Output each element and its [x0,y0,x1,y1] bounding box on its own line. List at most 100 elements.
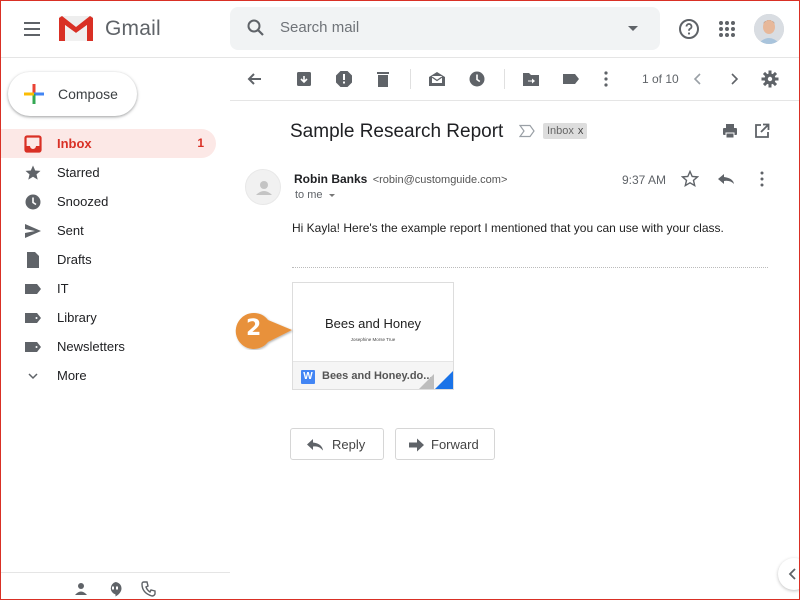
side-panel-toggle[interactable] [778,558,800,590]
search-input[interactable] [280,19,610,36]
page-fold-icon [418,374,434,389]
label-icon [25,284,41,294]
archive-icon[interactable] [294,69,314,89]
phone-icon[interactable] [141,581,157,597]
sender-display-name: Robin Banks [294,172,368,186]
sender-email: <robin@customguide.com> [372,174,508,186]
settings-icon[interactable] [760,69,780,89]
message-time: 9:37 AM [622,173,667,187]
sidebar-item-label: Library [57,310,97,325]
importance-marker-icon[interactable] [519,124,535,138]
toolbar-divider [410,69,411,89]
recipient-details-caret-icon[interactable] [328,193,335,197]
label-chip-inbox: Inbox x [543,123,588,139]
reply-icon[interactable] [717,170,735,188]
sidebar-item-snoozed[interactable]: Snoozed [0,187,216,216]
sidebar-item-newsletters[interactable]: Newsletters [0,332,216,361]
forward-icon [409,438,424,452]
email-body: Hi Kayla! Here's the example report I me… [292,221,724,235]
draft-icon [27,252,39,268]
recipient-text: to me [295,189,323,201]
sender-avatar[interactable] [245,169,281,205]
sidebar-item-inbox[interactable]: Inbox 1 [0,129,216,158]
next-icon[interactable] [724,69,744,89]
more-icon[interactable] [753,170,771,188]
sidebar-footer [0,572,230,600]
label-icon [25,313,41,323]
account-avatar[interactable] [754,14,784,44]
compose-plus-icon [24,84,44,104]
doc-corner-icon [434,371,453,389]
reply-button[interactable]: Reply [290,428,384,460]
reply-label: Reply [332,437,366,452]
contacts-icon[interactable] [73,581,89,597]
delete-icon[interactable] [373,69,393,89]
clock-icon [25,194,41,210]
sidebar-item-library[interactable]: Library [0,303,216,332]
recipient-details[interactable]: to me [295,189,335,201]
forward-button[interactable]: Forward [395,428,495,460]
toolbar-divider [504,69,505,89]
sidebar-item-more[interactable]: More [0,361,216,390]
sender-name[interactable]: Robin Banks <robin@customguide.com> [294,172,507,186]
compose-label: Compose [58,86,118,102]
message-toolbar: 1 of 10 [230,58,800,101]
sidebar-item-label: Sent [57,223,84,238]
sidebar-item-label: IT [57,281,69,296]
label-chip-text: Inbox [547,125,574,137]
sidebar-item-it[interactable]: IT [0,274,216,303]
remove-label-icon[interactable]: x [578,125,584,137]
more-icon[interactable] [596,69,616,89]
mark-unread-icon[interactable] [427,69,447,89]
sidebar-item-label: Newsletters [57,339,125,354]
labels-icon[interactable] [561,69,581,89]
sidebar-nav: Inbox 1 Starred Snoozed Sent Drafts IT L… [0,129,216,390]
step-callout: 2 [235,312,295,355]
attachment-preview-title: Bees and Honey [324,316,422,331]
search-options-icon[interactable] [628,26,638,31]
sidebar-item-label: Inbox [57,136,92,151]
header: Gmail [0,0,800,58]
sidebar-item-sent[interactable]: Sent [0,216,216,245]
sidebar-item-starred[interactable]: Starred [0,158,216,187]
word-doc-icon: W [301,370,315,384]
sidebar-item-label: Starred [57,165,100,180]
reply-icon [307,439,323,451]
send-icon [25,224,41,238]
attachment-preview-author: Josephine Morse True [350,337,396,342]
help-icon[interactable] [677,17,701,41]
move-to-icon[interactable] [521,69,541,89]
hangouts-icon[interactable] [107,581,123,597]
star-icon[interactable] [681,170,699,188]
compose-button[interactable]: Compose [8,72,137,116]
step-number: 2 [246,316,262,341]
attachment-footer: W Bees and Honey.do... [293,361,453,389]
menu-icon[interactable] [20,17,44,41]
sidebar-item-label: More [57,368,87,383]
back-icon[interactable] [245,69,265,89]
star-icon [25,165,41,180]
chevron-down-icon [28,373,38,380]
sidebar-item-drafts[interactable]: Drafts [0,245,216,274]
gmail-logo-icon[interactable] [59,16,93,41]
sidebar-item-label: Drafts [57,252,92,267]
unread-count: 1 [197,136,204,150]
apps-icon[interactable] [715,17,739,41]
forward-label: Forward [431,437,479,452]
sidebar-item-label: Snoozed [57,194,109,209]
attachment-divider [292,267,768,268]
chevron-left-icon [788,568,796,580]
new-window-icon[interactable] [753,122,771,140]
inbox-icon [24,135,42,153]
search-icon[interactable] [246,18,266,38]
attachment-card[interactable]: Bees and Honey Josephine Morse True W Be… [292,282,454,390]
report-spam-icon[interactable] [334,69,354,89]
page-counter: 1 of 10 [642,72,679,86]
snooze-icon[interactable] [467,69,487,89]
email-subject: Sample Research Report [290,121,504,142]
app-name: Gmail [105,17,161,40]
prev-icon[interactable] [688,69,708,89]
print-icon[interactable] [721,122,739,140]
label-icon [25,342,41,352]
search-bar[interactable] [230,7,660,50]
